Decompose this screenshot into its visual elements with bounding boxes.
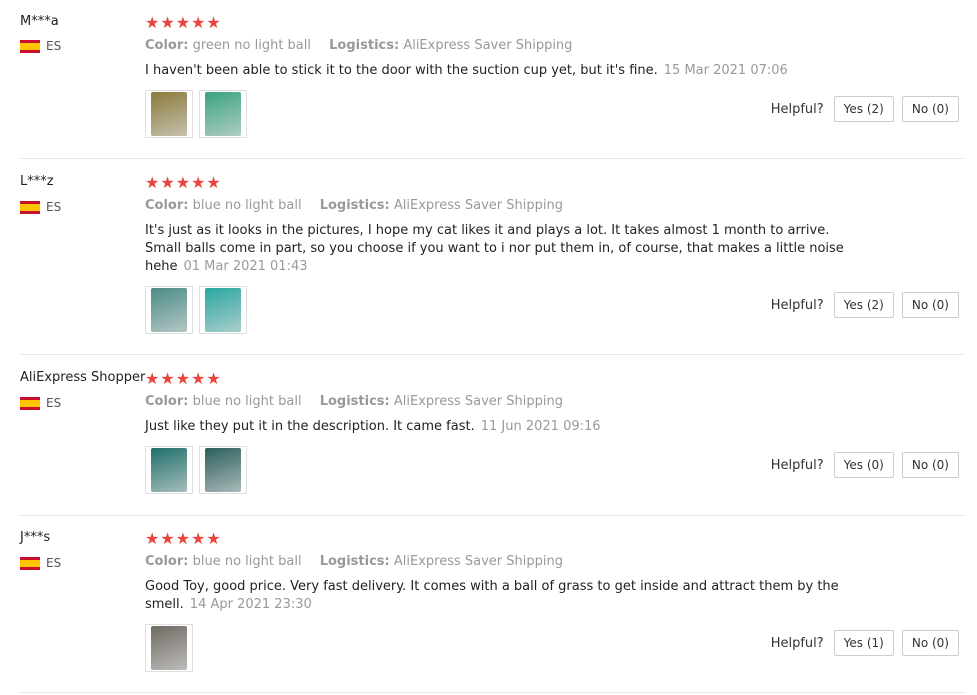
divider bbox=[20, 692, 965, 693]
helpful-label: Helpful? bbox=[770, 297, 824, 313]
logistics-value: AliExpress Saver Shipping bbox=[403, 38, 573, 53]
color-value: green no light ball bbox=[192, 38, 311, 53]
review-photo[interactable] bbox=[199, 446, 247, 494]
logistics-label: Logistics: bbox=[319, 554, 390, 569]
review-photo[interactable] bbox=[145, 286, 193, 334]
color-label: Color: bbox=[145, 394, 189, 409]
helpful-no-button[interactable]: No (0) bbox=[901, 292, 959, 318]
color-value: blue no light ball bbox=[192, 554, 302, 569]
reviewer-country: ES bbox=[20, 200, 61, 214]
helpful-label: Helpful? bbox=[770, 457, 824, 473]
helpful-no-button[interactable]: No (0) bbox=[901, 452, 959, 478]
review-photo[interactable] bbox=[199, 286, 247, 334]
star-rating: ★★★★★ bbox=[145, 369, 222, 388]
review-meta: Color: blue no light ball Logistics: Ali… bbox=[145, 198, 563, 213]
star-rating: ★★★★★ bbox=[145, 173, 222, 192]
spain-flag-icon bbox=[20, 39, 40, 53]
review-text: Just like they put it in the description… bbox=[145, 418, 845, 436]
color-label: Color: bbox=[145, 198, 189, 213]
review-text: Good Toy, good price. Very fast delivery… bbox=[145, 578, 845, 614]
country-code: ES bbox=[46, 556, 62, 570]
helpful-no-button[interactable]: No (0) bbox=[901, 630, 959, 656]
review-photos bbox=[145, 286, 247, 334]
review-meta: Color: blue no light ball Logistics: Ali… bbox=[145, 394, 563, 409]
photo-image bbox=[151, 448, 187, 492]
logistics-label: Logistics: bbox=[329, 38, 400, 53]
color-value: blue no light ball bbox=[192, 394, 302, 409]
star-rating: ★★★★★ bbox=[145, 529, 222, 548]
review-text: It's just as it looks in the pictures, I… bbox=[145, 222, 845, 276]
review-photos bbox=[145, 90, 247, 138]
review-body: Just like they put it in the description… bbox=[145, 419, 475, 434]
spain-flag-icon bbox=[20, 396, 40, 410]
photo-image bbox=[151, 92, 187, 136]
review-photo[interactable] bbox=[145, 90, 193, 138]
review-photo[interactable] bbox=[145, 624, 193, 672]
review-date: 01 Mar 2021 01:43 bbox=[183, 259, 308, 274]
helpful-controls: Helpful? Yes (0) No (0) bbox=[771, 452, 959, 478]
review-date: 11 Jun 2021 09:16 bbox=[480, 419, 601, 434]
helpful-controls: Helpful? Yes (2) No (0) bbox=[771, 292, 959, 318]
review-date: 14 Apr 2021 23:30 bbox=[189, 597, 312, 612]
review-photos bbox=[145, 624, 193, 672]
helpful-yes-button[interactable]: Yes (2) bbox=[833, 292, 894, 318]
helpful-label: Helpful? bbox=[770, 101, 824, 117]
review-meta: Color: green no light ball Logistics: Al… bbox=[145, 38, 572, 53]
review-date: 15 Mar 2021 07:06 bbox=[663, 63, 788, 78]
star-rating: ★★★★★ bbox=[145, 13, 222, 32]
review-photo[interactable] bbox=[145, 446, 193, 494]
photo-image bbox=[151, 288, 187, 332]
reviewer-name: J***s bbox=[20, 530, 51, 545]
reviewer-name: AliExpress Shopper bbox=[20, 370, 146, 385]
review-item: J***s ES ★★★★★ Color: blue no light ball… bbox=[0, 516, 977, 695]
review-photo[interactable] bbox=[199, 90, 247, 138]
helpful-yes-button[interactable]: Yes (2) bbox=[833, 96, 894, 122]
review-body: I haven't been able to stick it to the d… bbox=[145, 63, 658, 78]
reviewer-name: M***a bbox=[20, 14, 59, 29]
country-code: ES bbox=[46, 39, 62, 53]
color-value: blue no light ball bbox=[192, 198, 302, 213]
logistics-value: AliExpress Saver Shipping bbox=[393, 394, 563, 409]
photo-image bbox=[151, 626, 187, 670]
spain-flag-icon bbox=[20, 556, 40, 570]
review-item: AliExpress Shopper ES ★★★★★ Color: blue … bbox=[0, 355, 977, 516]
reviewer-name: L***z bbox=[20, 174, 54, 189]
color-label: Color: bbox=[145, 38, 189, 53]
logistics-value: AliExpress Saver Shipping bbox=[393, 554, 563, 569]
country-code: ES bbox=[46, 396, 62, 410]
logistics-value: AliExpress Saver Shipping bbox=[393, 198, 563, 213]
review-photos bbox=[145, 446, 247, 494]
photo-image bbox=[205, 92, 241, 136]
country-code: ES bbox=[46, 200, 62, 214]
review-item: L***z ES ★★★★★ Color: blue no light ball… bbox=[0, 159, 977, 355]
helpful-controls: Helpful? Yes (1) No (0) bbox=[771, 630, 959, 656]
reviewer-country: ES bbox=[20, 556, 61, 570]
logistics-label: Logistics: bbox=[319, 198, 390, 213]
helpful-controls: Helpful? Yes (2) No (0) bbox=[771, 96, 959, 122]
review-text: I haven't been able to stick it to the d… bbox=[145, 62, 845, 80]
photo-image bbox=[205, 448, 241, 492]
color-label: Color: bbox=[145, 554, 189, 569]
reviewer-country: ES bbox=[20, 396, 61, 410]
review-meta: Color: blue no light ball Logistics: Ali… bbox=[145, 554, 563, 569]
helpful-yes-button[interactable]: Yes (0) bbox=[833, 452, 894, 478]
photo-image bbox=[205, 288, 241, 332]
spain-flag-icon bbox=[20, 200, 40, 214]
logistics-label: Logistics: bbox=[319, 394, 390, 409]
helpful-label: Helpful? bbox=[770, 635, 824, 651]
helpful-yes-button[interactable]: Yes (1) bbox=[833, 630, 894, 656]
review-item: M***a ES ★★★★★ Color: green no light bal… bbox=[0, 0, 977, 159]
helpful-no-button[interactable]: No (0) bbox=[901, 96, 959, 122]
reviewer-country: ES bbox=[20, 39, 61, 53]
